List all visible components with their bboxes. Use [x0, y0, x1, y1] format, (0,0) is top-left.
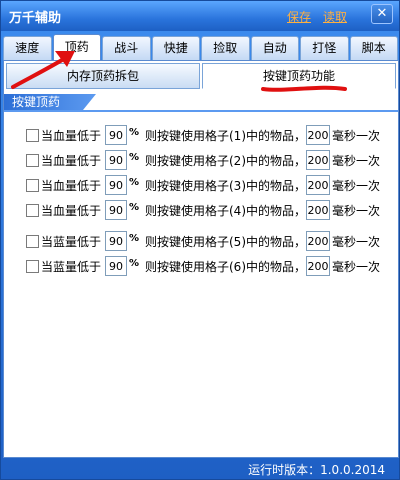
interval-unit-label: 毫秒一次	[332, 260, 381, 274]
action-label: 则按键使用格子(4)中的物品，	[145, 204, 306, 218]
action-label: 则按键使用格子(2)中的物品，	[145, 154, 306, 168]
potion-rule-row: 当血量低于% 则按键使用格子(3)中的物品， 毫秒一次	[4, 174, 398, 196]
main-window: 万千辅助 保存 读取 ✕ 速度 顶药 战斗 快捷 捡取 自动 打怪 脚本 内存顶药拆包 按键顶…	[0, 0, 400, 480]
tab-6[interactable]: 打怪	[300, 36, 349, 60]
interval-unit-label: 毫秒一次	[332, 129, 381, 143]
subtab-key-potion[interactable]: 按键顶药功能	[202, 63, 396, 89]
interval-ms-input[interactable]	[306, 231, 330, 251]
threshold-percent-input[interactable]	[105, 256, 127, 276]
rule-enable-checkbox[interactable]	[26, 204, 39, 217]
potion-rule-row: 当血量低于% 则按键使用格子(2)中的物品， 毫秒一次	[4, 149, 398, 171]
watermark-logo: 2265	[254, 426, 334, 461]
potion-rule-row: 当血量低于% 则按键使用格子(1)中的物品， 毫秒一次	[4, 124, 398, 146]
section-divider	[4, 110, 398, 112]
main-tabs: 速度 顶药 战斗 快捷 捡取 自动 打怪 脚本	[3, 34, 399, 60]
threshold-percent-input[interactable]	[105, 125, 127, 145]
version-label: 运行时版本：1.0.0.2014	[248, 463, 385, 477]
action-label: 则按键使用格子(5)中的物品，	[145, 235, 306, 249]
percent-sign: %	[129, 258, 140, 269]
interval-ms-input[interactable]	[306, 200, 330, 220]
percent-sign: %	[129, 127, 140, 138]
condition-label: 当蓝量低于	[41, 260, 102, 274]
rule-enable-checkbox[interactable]	[26, 235, 39, 248]
close-icon: ✕	[376, 6, 388, 21]
watermark-text: 手游网	[343, 436, 380, 450]
condition-label: 当蓝量低于	[41, 235, 102, 249]
tab-2[interactable]: 战斗	[102, 36, 151, 60]
action-label: 则按键使用格子(3)中的物品，	[145, 179, 306, 193]
title-bar: 万千辅助 保存 读取 ✕	[1, 1, 399, 31]
threshold-percent-input[interactable]	[105, 200, 127, 220]
percent-sign: %	[129, 152, 140, 163]
interval-ms-input[interactable]	[306, 175, 330, 195]
potion-rule-row: 当蓝量低于% 则按键使用格子(5)中的物品， 毫秒一次	[4, 230, 398, 252]
tab-5[interactable]: 自动	[250, 36, 299, 60]
interval-ms-input[interactable]	[306, 150, 330, 170]
action-label: 则按键使用格子(1)中的物品，	[145, 129, 306, 143]
tab-7[interactable]: 脚本	[349, 36, 398, 60]
load-link[interactable]: 读取	[323, 8, 347, 25]
rule-enable-checkbox[interactable]	[26, 154, 39, 167]
threshold-percent-input[interactable]	[105, 175, 127, 195]
tab-0[interactable]: 速度	[3, 36, 52, 60]
close-button[interactable]: ✕	[371, 4, 393, 24]
sub-tabs: 内存顶药拆包 按键顶药功能	[4, 63, 398, 89]
interval-unit-label: 毫秒一次	[332, 204, 381, 218]
potion-rule-row: 当蓝量低于% 则按键使用格子(6)中的物品， 毫秒一次	[4, 255, 398, 277]
potion-rule-row: 当血量低于% 则按键使用格子(4)中的物品， 毫秒一次	[4, 199, 398, 221]
threshold-percent-input[interactable]	[105, 231, 127, 251]
threshold-percent-input[interactable]	[105, 150, 127, 170]
tab-1[interactable]: 顶药	[52, 34, 101, 60]
percent-sign: %	[129, 202, 140, 213]
condition-label: 当血量低于	[41, 204, 102, 218]
interval-unit-label: 毫秒一次	[332, 235, 381, 249]
save-link[interactable]: 保存	[287, 8, 311, 25]
condition-label: 当血量低于	[41, 129, 102, 143]
action-label: 则按键使用格子(6)中的物品，	[145, 260, 306, 274]
rule-enable-checkbox[interactable]	[26, 179, 39, 192]
tab-3[interactable]: 快捷	[151, 36, 200, 60]
subtab-memory-potion[interactable]: 内存顶药拆包	[6, 63, 200, 89]
status-bar: 运行时版本：1.0.0.2014	[1, 459, 399, 479]
interval-unit-label: 毫秒一次	[332, 154, 381, 168]
content-panel: 内存顶药拆包 按键顶药功能 按键顶药 当血量低于% 则按键使用格子(1)中的物品，…	[3, 60, 399, 458]
interval-unit-label: 毫秒一次	[332, 179, 381, 193]
tab-4[interactable]: 捡取	[201, 36, 250, 60]
condition-label: 当血量低于	[41, 179, 102, 193]
interval-ms-input[interactable]	[306, 125, 330, 145]
percent-sign: %	[129, 233, 140, 244]
rule-enable-checkbox[interactable]	[26, 260, 39, 273]
condition-label: 当血量低于	[41, 154, 102, 168]
interval-ms-input[interactable]	[306, 256, 330, 276]
section-title: 按键顶药	[4, 94, 96, 111]
rule-enable-checkbox[interactable]	[26, 129, 39, 142]
percent-sign: %	[129, 177, 140, 188]
window-title: 万千辅助	[9, 11, 62, 26]
